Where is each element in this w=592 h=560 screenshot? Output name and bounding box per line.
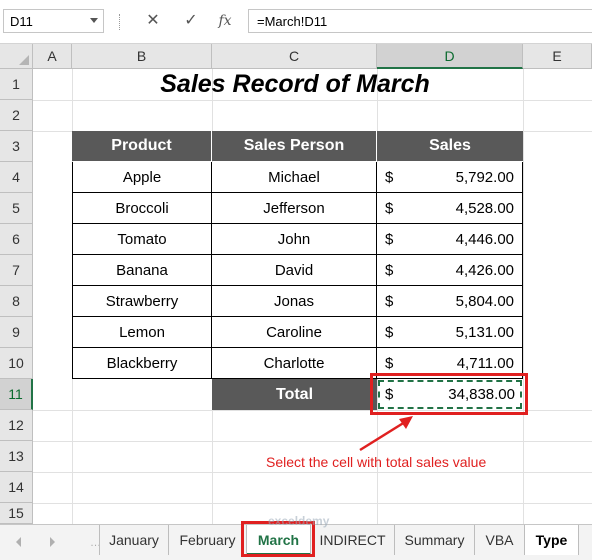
- formula-bar-divider: [119, 14, 121, 30]
- column-header-b[interactable]: B: [72, 44, 212, 69]
- enter-icon[interactable]: ✓: [180, 10, 202, 32]
- tab-january[interactable]: January: [99, 525, 169, 555]
- tab-summary[interactable]: Summary: [395, 525, 475, 555]
- cell-product[interactable]: Blackberry: [72, 348, 212, 379]
- cell-sales-person[interactable]: Caroline: [212, 317, 377, 348]
- row-header-1[interactable]: 1: [0, 69, 33, 100]
- formula-bar: D11 ✕ ✓ fx =March!D11: [0, 0, 592, 44]
- row-header-7[interactable]: 7: [0, 255, 33, 286]
- cell-sales-person[interactable]: Jonas: [212, 286, 377, 317]
- cell-product[interactable]: Lemon: [72, 317, 212, 348]
- sales-amount: 5,804.00: [455, 293, 514, 310]
- row-header-15[interactable]: 15: [0, 503, 33, 524]
- cell-sales[interactable]: $ 5,792.00: [377, 162, 523, 193]
- scroll-left-icon[interactable]: [16, 537, 21, 547]
- total-label[interactable]: Total: [212, 379, 377, 410]
- tab-vba[interactable]: VBA: [475, 525, 525, 555]
- sheet-title: Sales Record of March: [160, 70, 430, 98]
- sales-amount: 5,792.00: [455, 169, 514, 186]
- cell-product[interactable]: Broccoli: [72, 193, 212, 224]
- row-header-12[interactable]: 12: [0, 410, 33, 441]
- gridline: [33, 100, 592, 101]
- row-header-6[interactable]: 6: [0, 224, 33, 255]
- gridline: [33, 441, 592, 442]
- cell-sales-person[interactable]: Charlotte: [212, 348, 377, 379]
- cell-product[interactable]: Strawberry: [72, 286, 212, 317]
- cell-sales[interactable]: $ 5,131.00: [377, 317, 523, 348]
- currency-symbol: $: [385, 262, 394, 279]
- column-header-d[interactable]: D: [377, 44, 523, 69]
- formula-text: =March!D11: [257, 14, 328, 29]
- currency-symbol: $: [385, 293, 394, 310]
- currency-symbol: $: [385, 200, 394, 217]
- arrow-line: [359, 420, 406, 452]
- currency-symbol: $: [385, 324, 394, 341]
- worksheet-grid[interactable]: A B C D E 1 2 3 4 5 6 7 8 9 10 11 12 13 …: [0, 44, 592, 524]
- tab-february[interactable]: February: [169, 525, 247, 555]
- cell-product[interactable]: Apple: [72, 162, 212, 193]
- row-header-14[interactable]: 14: [0, 472, 33, 503]
- column-header-e[interactable]: E: [523, 44, 592, 69]
- currency-symbol: $: [385, 169, 394, 186]
- row-header-2[interactable]: 2: [0, 100, 33, 131]
- header-product[interactable]: Product: [72, 131, 212, 161]
- gridline: [33, 503, 592, 504]
- chevron-down-icon[interactable]: [90, 18, 98, 23]
- row-header-4[interactable]: 4: [0, 162, 33, 193]
- column-header-a[interactable]: A: [33, 44, 72, 69]
- name-box-value: D11: [10, 14, 33, 29]
- cell-sales-person[interactable]: David: [212, 255, 377, 286]
- row-header-3[interactable]: 3: [0, 131, 33, 162]
- insert-function-icon[interactable]: fx: [214, 10, 236, 32]
- gridline: [33, 472, 592, 473]
- cell-sales-person[interactable]: Michael: [212, 162, 377, 193]
- sales-amount: 5,131.00: [455, 324, 514, 341]
- gridline: [523, 69, 524, 524]
- arrow-head: [399, 416, 413, 429]
- row-header-10[interactable]: 10: [0, 348, 33, 379]
- sales-amount: 4,528.00: [455, 200, 514, 217]
- cell-sales[interactable]: $ 4,528.00: [377, 193, 523, 224]
- tab-type[interactable]: Type: [525, 525, 579, 555]
- column-header-c[interactable]: C: [212, 44, 377, 69]
- cell-product[interactable]: Banana: [72, 255, 212, 286]
- cell-sales[interactable]: $ 4,426.00: [377, 255, 523, 286]
- sales-amount: 4,426.00: [455, 262, 514, 279]
- cancel-icon[interactable]: ✕: [142, 10, 164, 32]
- name-box[interactable]: D11: [3, 9, 104, 33]
- currency-symbol: $: [385, 231, 394, 248]
- cell-sales[interactable]: $ 5,804.00: [377, 286, 523, 317]
- cell-sales[interactable]: $ 4,446.00: [377, 224, 523, 255]
- row-header-8[interactable]: 8: [0, 286, 33, 317]
- header-sales-person[interactable]: Sales Person: [212, 131, 377, 161]
- annotation-text: Select the cell with total sales value: [266, 454, 487, 470]
- cell-sales-person[interactable]: John: [212, 224, 377, 255]
- highlight-box: [370, 373, 528, 415]
- row-header-13[interactable]: 13: [0, 441, 33, 472]
- tab-indirect[interactable]: INDIRECT: [311, 525, 395, 555]
- scroll-right-icon[interactable]: [50, 537, 55, 547]
- cell-sales-person[interactable]: Jefferson: [212, 193, 377, 224]
- select-all-corner[interactable]: [0, 44, 33, 69]
- row-header-11[interactable]: 11: [0, 379, 33, 410]
- row-header-5[interactable]: 5: [0, 193, 33, 224]
- row-header-9[interactable]: 9: [0, 317, 33, 348]
- sales-amount: 4,446.00: [455, 231, 514, 248]
- cell-product[interactable]: Tomato: [72, 224, 212, 255]
- formula-input[interactable]: =March!D11: [248, 9, 592, 33]
- header-sales[interactable]: Sales: [377, 131, 523, 161]
- sheet-tabs-bar: … January February March INDIRECT Summar…: [0, 521, 592, 560]
- watermark-text: exceldemy: [268, 514, 330, 528]
